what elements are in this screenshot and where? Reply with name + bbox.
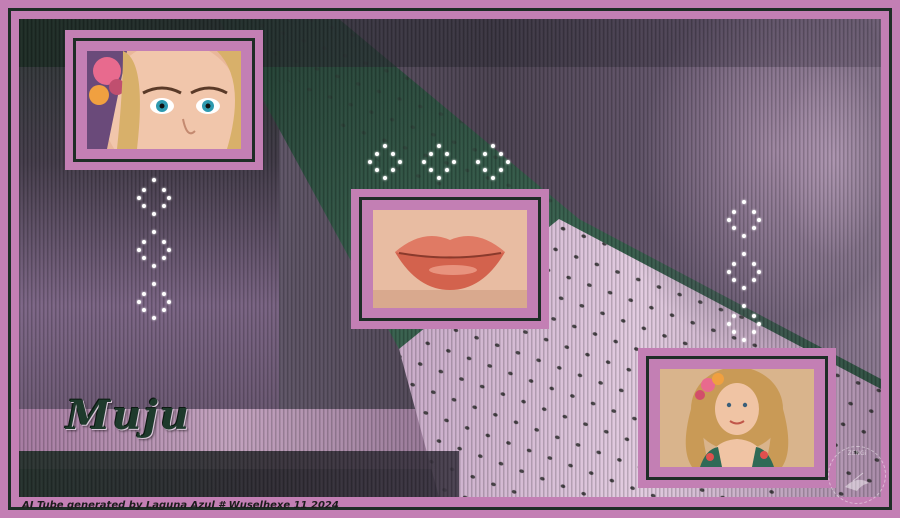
- center-frame: [351, 189, 549, 329]
- artwork-title: Muju: [66, 392, 191, 439]
- bottom-right-frame: [638, 348, 836, 488]
- woman-portrait-image: [660, 369, 814, 467]
- credit-line: AI Tube generated by Laguna Azul # Wusel…: [22, 500, 339, 511]
- lips-image: [373, 210, 527, 308]
- watermark-seal: ZENGi: [828, 446, 886, 504]
- eyes-portrait-image: [87, 51, 241, 149]
- watermark-logo-icon: [845, 472, 869, 491]
- artwork-stage: Muju ZENGi AI Tube generated by Laguna A…: [0, 0, 900, 518]
- top-left-frame: [65, 30, 263, 170]
